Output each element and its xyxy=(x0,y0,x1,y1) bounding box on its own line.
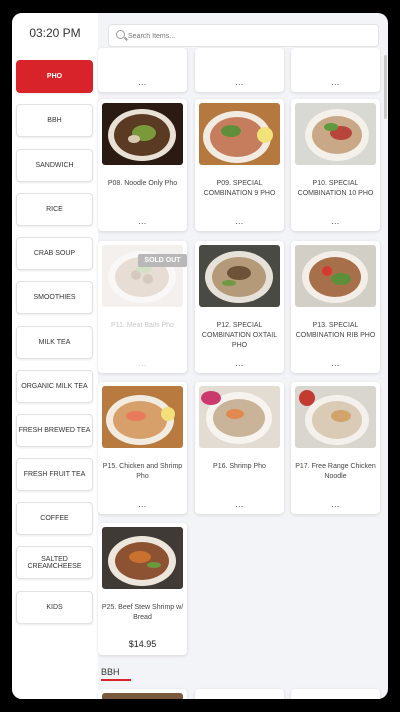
menu-item-card[interactable] xyxy=(291,689,380,699)
item-more[interactable]: ... xyxy=(291,78,380,87)
item-name: P11. Meat Balls Pho xyxy=(111,322,174,329)
sold-out-badge: SOLD OUT xyxy=(138,254,187,267)
section-title: BBH xyxy=(101,667,120,677)
category-crab-soup[interactable]: CRAB SOUP xyxy=(16,237,93,270)
category-bbh[interactable]: BBH xyxy=(16,104,93,137)
category-rice[interactable]: RICE xyxy=(16,193,93,226)
item-more[interactable]: ... xyxy=(98,500,187,509)
category-sidebar: 03:20 PM PHO BBH SANDWICH RICE CRAB SOUP… xyxy=(12,13,98,699)
item-name: P15. Chicken and Shrimp Pho xyxy=(102,463,183,480)
menu-item-card[interactable]: P09. SPECIAL COMBINATION 9 PHO ... xyxy=(195,99,284,231)
item-name: P17. Free Range Chicken Noodle xyxy=(295,463,376,480)
menu-item-card[interactable]: P08. Noodle Only Pho ... xyxy=(98,99,187,231)
item-more: ... xyxy=(138,359,147,368)
item-name: P25. Beef Stew Shrimp w/ Bread xyxy=(101,604,184,621)
category-smoothies[interactable]: SMOOTHIES xyxy=(16,281,93,314)
item-price: $14.95 xyxy=(128,639,157,649)
menu-item-card[interactable]: P25. Beef Stew Shrimp w/ Bread $14.95 xyxy=(98,523,187,655)
menu-item-card[interactable]: P16. Shrimp Pho ... xyxy=(195,382,284,514)
item-image-pho xyxy=(102,386,183,448)
category-organic-milk-tea[interactable]: ORGANIC MILK TEA xyxy=(16,370,93,403)
item-image xyxy=(102,693,183,699)
category-coffee[interactable]: COFFEE xyxy=(16,502,93,535)
item-more[interactable]: ... xyxy=(195,78,284,87)
search-icon xyxy=(116,30,125,39)
item-name: P08. Noodle Only Pho xyxy=(107,180,178,187)
item-more[interactable]: ... xyxy=(195,359,284,368)
item-image-pho xyxy=(199,245,280,307)
menu-item-card[interactable]: P17. Free Range Chicken Noodle ... xyxy=(291,382,380,514)
item-more[interactable]: ... xyxy=(291,359,380,368)
item-image-pho xyxy=(295,386,376,448)
item-image-pho xyxy=(295,245,376,307)
clock: 03:20 PM xyxy=(29,26,81,40)
section-underline xyxy=(101,679,131,681)
item-more[interactable]: ... xyxy=(291,500,380,509)
menu-item-card[interactable]: ... xyxy=(195,48,284,92)
menu-item-card-sold-out: SOLD OUT P11. Meat Balls Pho ... xyxy=(98,241,187,373)
menu-item-card[interactable] xyxy=(98,689,187,699)
item-more[interactable]: ... xyxy=(195,500,284,509)
menu-item-card[interactable]: P10. SPECIAL COMBINATION 10 PHO ... xyxy=(291,99,380,231)
item-more[interactable]: ... xyxy=(195,217,284,226)
item-name: P09. SPECIAL COMBINATION 9 PHO xyxy=(203,180,276,197)
item-image-pho xyxy=(295,103,376,165)
menu-item-card[interactable] xyxy=(195,689,284,699)
menu-item-card[interactable]: ... xyxy=(98,48,187,92)
category-fresh-fruit-tea[interactable]: FRESH FRUIT TEA xyxy=(16,458,93,491)
item-image-pho xyxy=(199,386,280,448)
item-name: P13. SPECIAL COMBINATION RIB PHO xyxy=(295,322,376,339)
search-input[interactable] xyxy=(128,28,368,44)
menu-item-card[interactable]: ... xyxy=(291,48,380,92)
category-kids[interactable]: KIDS xyxy=(16,591,93,624)
item-name: P10. SPECIAL COMBINATION 10 PHO xyxy=(297,180,374,197)
item-name: P16. Shrimp Pho xyxy=(213,463,266,470)
category-salted-creamcheese[interactable]: SALTED CREAMCHEESE xyxy=(16,546,93,579)
category-fresh-brewed-tea[interactable]: FRESH BREWED TEA xyxy=(16,414,93,447)
item-name: P12. SPECIAL COMBINATION OXTAIL PHO xyxy=(201,322,278,349)
item-more[interactable]: ... xyxy=(98,78,187,87)
menu-item-card[interactable]: P15. Chicken and Shrimp Pho ... xyxy=(98,382,187,514)
item-more[interactable]: ... xyxy=(98,217,187,226)
category-sandwich[interactable]: SANDWICH xyxy=(16,149,93,182)
menu-item-card[interactable]: P13. SPECIAL COMBINATION RIB PHO ... xyxy=(291,241,380,373)
item-more[interactable]: ... xyxy=(291,217,380,226)
item-image-pho xyxy=(199,103,280,165)
search-bar[interactable] xyxy=(108,24,379,47)
scrollbar[interactable] xyxy=(384,55,387,119)
pos-screen: 03:20 PM PHO BBH SANDWICH RICE CRAB SOUP… xyxy=(12,13,388,699)
category-pho[interactable]: PHO xyxy=(16,60,93,93)
menu-item-card[interactable]: P12. SPECIAL COMBINATION OXTAIL PHO ... xyxy=(195,241,284,373)
item-image-pho xyxy=(102,527,183,589)
item-image-pho xyxy=(102,103,183,165)
category-milk-tea[interactable]: MILK TEA xyxy=(16,326,93,359)
